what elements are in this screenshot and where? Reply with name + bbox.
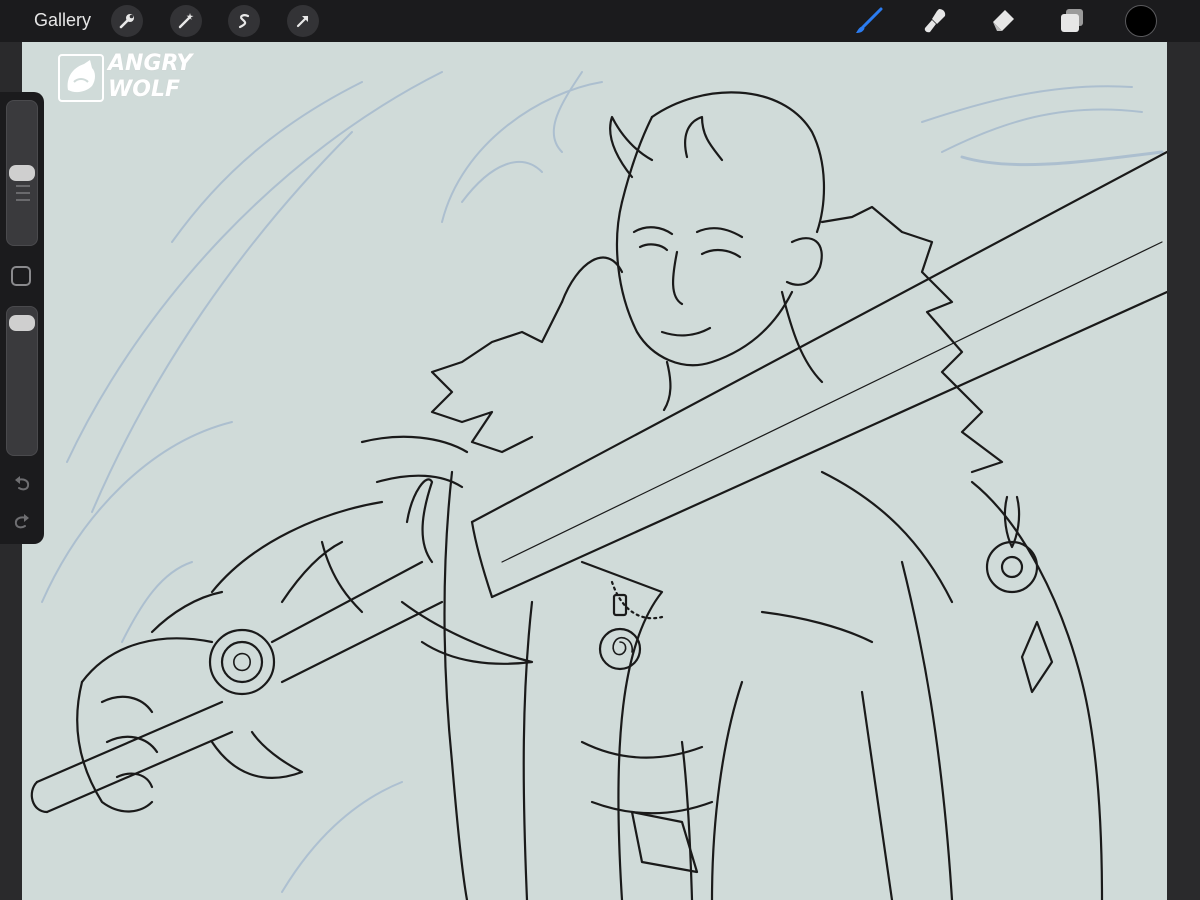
opacity-knob[interactable] <box>9 315 35 332</box>
brush-size-knob[interactable] <box>9 165 35 181</box>
line-art-drawing <box>30 71 1167 900</box>
transform-button[interactable] <box>287 5 319 37</box>
watermark-text-line2: WOLF <box>108 77 181 102</box>
smudge-icon <box>924 9 946 33</box>
modify-button[interactable] <box>11 266 31 286</box>
redo-icon <box>14 514 29 529</box>
watermark-text-line1: ANGRY <box>108 51 193 76</box>
brush-size-slider[interactable] <box>6 100 38 246</box>
undo-icon <box>15 476 30 491</box>
redo-button[interactable] <box>12 512 32 532</box>
magic-wand-icon <box>178 13 194 29</box>
eraser-tool[interactable] <box>986 4 1020 38</box>
layers-tool[interactable] <box>1055 4 1089 38</box>
undo-button[interactable] <box>12 474 32 494</box>
top-toolbar: Gallery <box>0 0 1200 42</box>
layers-icon <box>1061 9 1083 32</box>
eraser-icon <box>993 10 1014 31</box>
smudge-tool[interactable] <box>918 4 952 38</box>
selection-s-icon <box>238 14 250 29</box>
brush-icon <box>856 7 883 33</box>
gallery-button[interactable]: Gallery <box>34 10 91 31</box>
wolf-logo-icon <box>58 54 104 102</box>
actions-button[interactable] <box>111 5 143 37</box>
drawing-canvas[interactable]: ANGRY WOLF <box>22 42 1167 900</box>
opacity-slider[interactable] <box>6 306 38 456</box>
selection-button[interactable] <box>228 5 260 37</box>
left-sidebar <box>0 92 44 544</box>
slider-ticks <box>16 185 30 206</box>
watermark-logo: ANGRY WOLF <box>58 52 198 106</box>
transform-arrow-icon <box>296 15 309 28</box>
adjustments-button[interactable] <box>170 5 202 37</box>
wrench-icon <box>119 14 134 29</box>
color-picker-button[interactable] <box>1125 5 1157 37</box>
brush-tool[interactable] <box>852 4 886 38</box>
